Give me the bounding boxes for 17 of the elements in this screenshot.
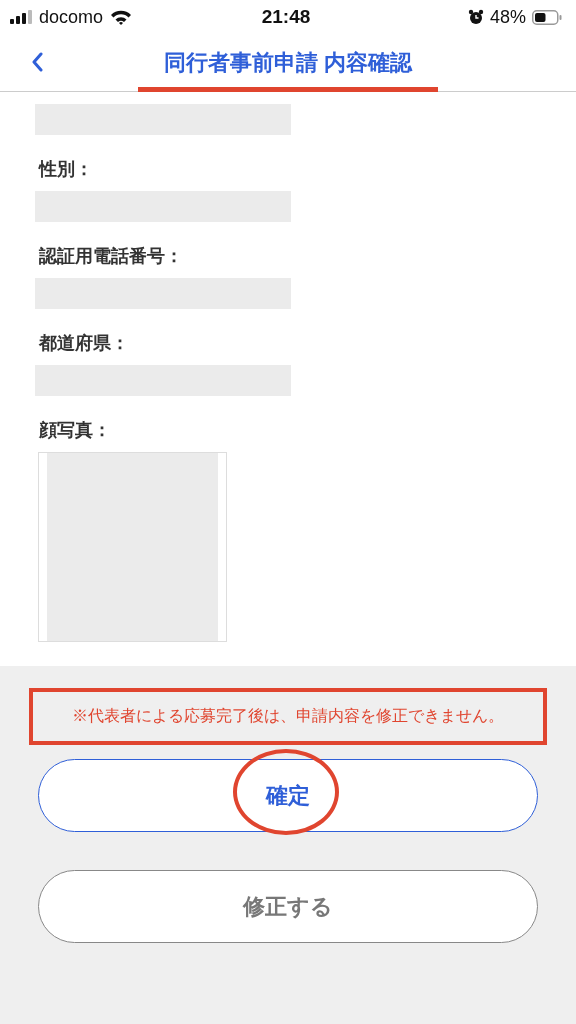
- battery-percent: 48%: [489, 6, 526, 28]
- carrier-name: docomo: [39, 6, 104, 28]
- wifi-icon: [110, 9, 133, 25]
- back-button[interactable]: [32, 52, 44, 72]
- edit-button[interactable]: 修正する: [38, 870, 538, 943]
- clock-time: 21:48: [261, 6, 311, 28]
- field-label: 性別：: [39, 158, 93, 181]
- confirm-button[interactable]: 確定: [38, 759, 538, 832]
- battery-icon: [532, 9, 562, 25]
- notice-text: ※代表者による応募完了後は、申請内容を修正できません。: [72, 707, 504, 724]
- signal-icon: [10, 10, 32, 24]
- back-chevron-icon: [32, 52, 44, 72]
- field-label: 認証用電話番号：: [39, 245, 183, 268]
- field-label: 顔写真：: [39, 419, 111, 442]
- field-label: 都道府県：: [39, 332, 129, 355]
- page-title: 同行者事前申請 内容確認: [162, 48, 414, 77]
- alarm-clock-icon: [467, 9, 484, 25]
